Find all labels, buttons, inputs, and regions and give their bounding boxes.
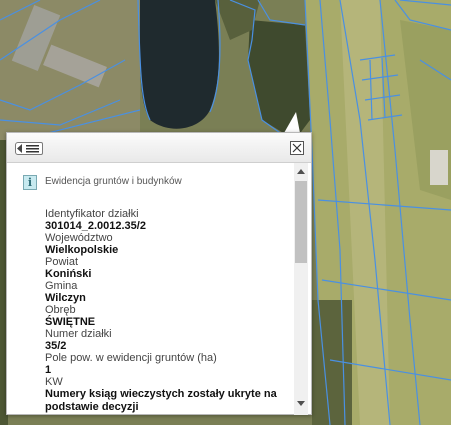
info-icon: i (23, 175, 37, 190)
field-label: Identyfikator działki (45, 208, 139, 220)
field-value: Numery ksiąg wieczystych zostały ukryte … (45, 388, 277, 413)
popup-scrollbar[interactable] (294, 163, 308, 415)
field-label: Powiat (45, 256, 79, 268)
field-label: Pole pow. w ewidencji gruntów (ha) (45, 352, 217, 364)
scroll-up-icon[interactable] (297, 169, 305, 174)
field-value: Koniński (45, 268, 92, 280)
popup-header (7, 133, 311, 163)
field-label: Gmina (45, 280, 78, 292)
map-river (139, 0, 219, 129)
field-label: KW (45, 376, 63, 388)
popup-content: i Ewidencja gruntów i budynków Identyfik… (7, 163, 292, 415)
layer-title: Ewidencja gruntów i budynków (45, 176, 182, 187)
list-icon[interactable] (15, 142, 43, 155)
scroll-thumb[interactable] (295, 181, 307, 263)
map-building (430, 150, 448, 185)
field-label: Numer działki (45, 328, 112, 340)
scroll-down-icon[interactable] (297, 401, 305, 406)
field-value: 301014_2.0012.35/2 (45, 220, 146, 232)
popup-pointer (284, 112, 300, 133)
field-value: 35/2 (45, 340, 67, 352)
field-value: 1 (45, 364, 52, 376)
field-label: Obręb (45, 304, 76, 316)
field-value: ŚWIĘTNE (45, 316, 96, 328)
feature-info-popup: i Ewidencja gruntów i budynków Identyfik… (6, 132, 312, 415)
field-label: Województwo (45, 232, 113, 244)
close-icon[interactable] (290, 141, 304, 155)
field-value: Wilczyn (45, 292, 86, 304)
field-value: Wielkopolskie (45, 244, 119, 256)
attribute-list: Identyfikator działki 301014_2.0012.35/2… (45, 208, 285, 413)
